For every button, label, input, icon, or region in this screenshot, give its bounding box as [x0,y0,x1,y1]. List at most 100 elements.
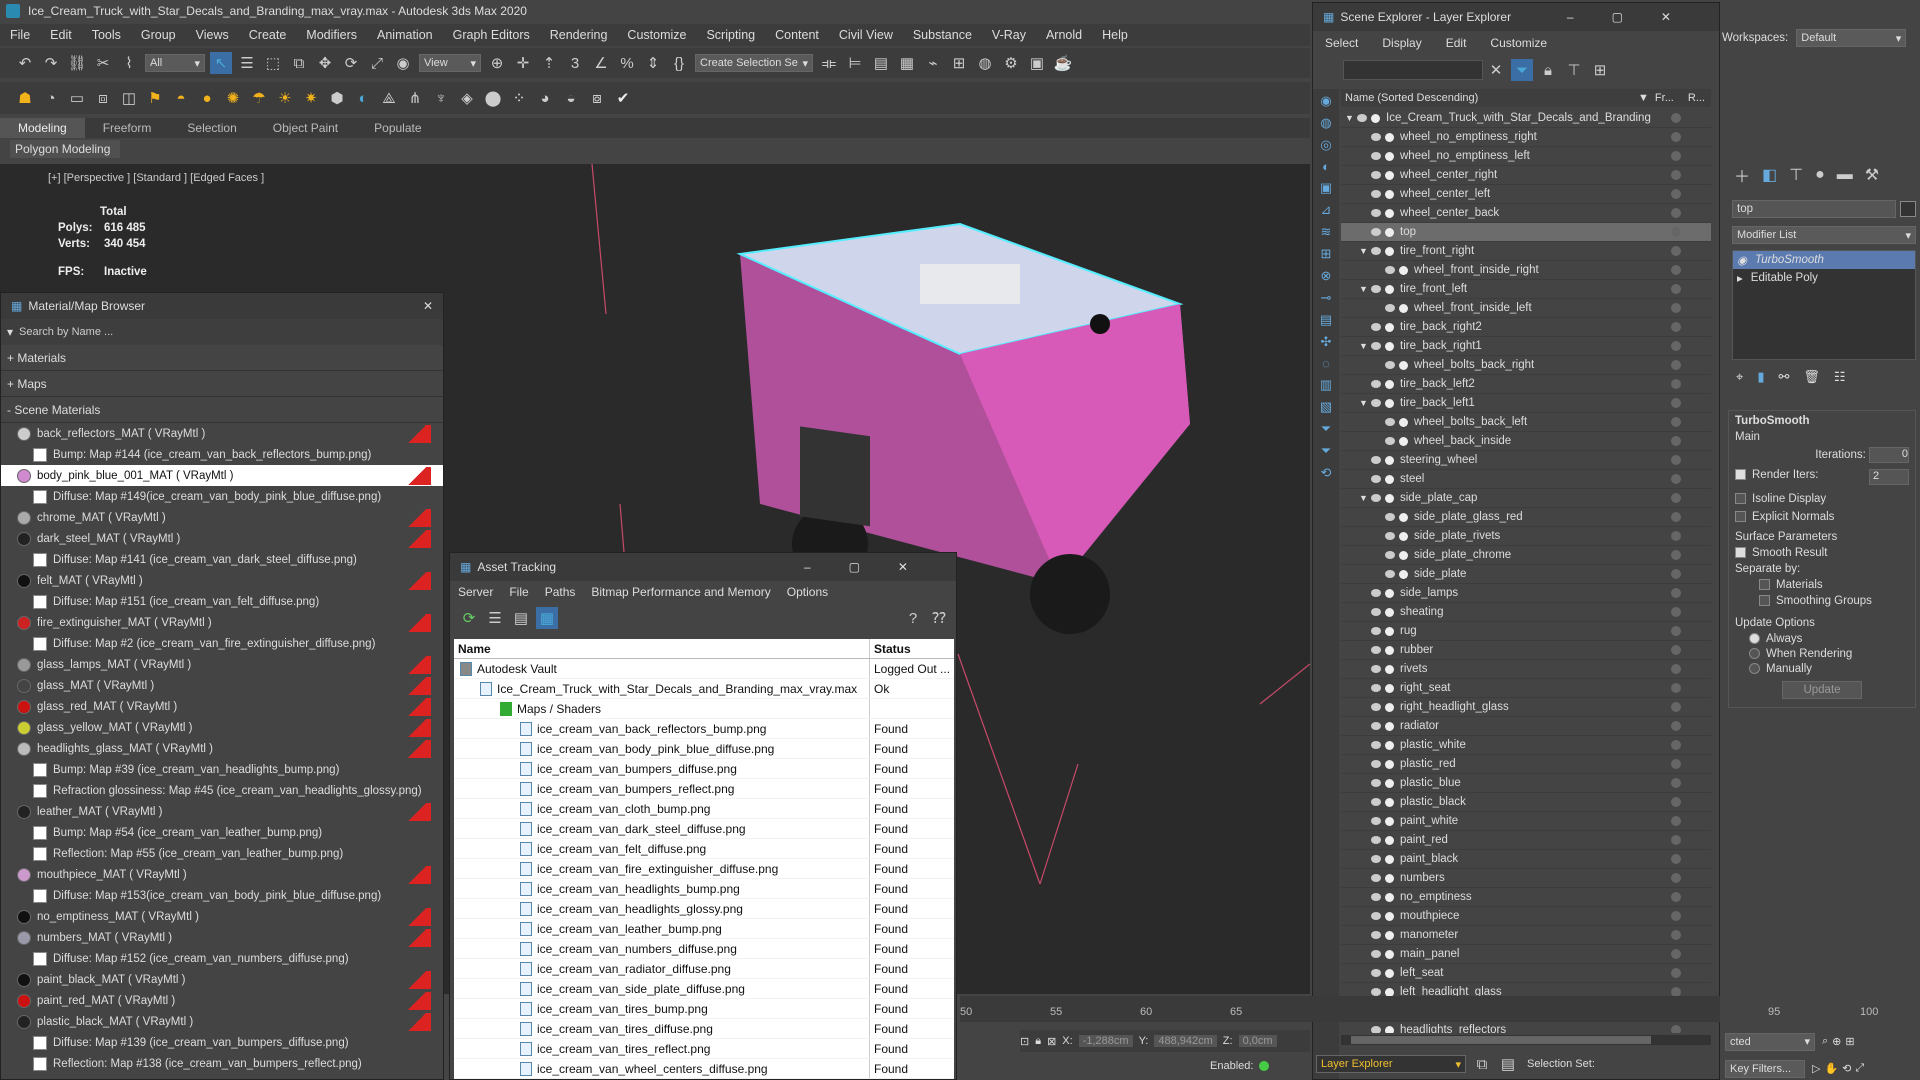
menu-graph-editors[interactable]: Graph Editors [443,24,540,46]
display-frozen-icon[interactable]: ✣ [1321,334,1332,350]
menu-customize[interactable]: Customize [617,24,696,46]
freeze-toggle-icon[interactable] [1671,455,1681,465]
scene-object-row[interactable]: main_panel [1341,945,1711,964]
display-hidden-icon[interactable]: ◌ [1322,356,1330,371]
transform-type-in-icon[interactable]: ⊠ [1047,1035,1056,1048]
scene-menu-display[interactable]: Display [1370,36,1433,50]
rotate-icon[interactable]: ⟳ [340,52,362,74]
spinner-snap-icon[interactable]: ⇕ [642,52,664,74]
visibility-eye-icon[interactable] [1371,152,1381,160]
map-item[interactable]: Bump: Map #144 (ice_cream_van_back_refle… [1,444,443,465]
visibility-eye-icon[interactable] [1385,418,1395,426]
tab-freeform[interactable]: Freeform [85,118,170,138]
visibility-eye-icon[interactable] [1371,684,1381,692]
scene-object-row[interactable]: left_seat [1341,964,1711,983]
freeze-toggle-icon[interactable] [1671,873,1681,883]
scene-object-row[interactable]: ▼ side_plate_cap [1341,489,1711,508]
scene-horizontal-scrollbar[interactable] [1341,1035,1711,1045]
menu-content[interactable]: Content [765,24,829,46]
refresh-icon[interactable]: ⟳ [458,607,480,629]
object-color-swatch[interactable] [1900,201,1916,217]
scene-object-row[interactable]: paint_white [1341,812,1711,831]
undo-icon[interactable]: ↶ [14,52,36,74]
map-item[interactable]: Diffuse: Map #2 (ice_cream_van_fire_exti… [1,633,443,654]
freeze-toggle-icon[interactable] [1671,379,1681,389]
manipulate-icon[interactable]: ✛ [512,52,534,74]
freeze-toggle-icon[interactable] [1671,683,1681,693]
rectangle-selection-icon[interactable]: ⬚ [262,52,284,74]
x-coordinate-field[interactable]: -1,288cm [1078,1035,1133,1047]
freeze-toggle-icon[interactable] [1671,322,1681,332]
scene-object-row[interactable]: mouthpiece [1341,907,1711,926]
freeze-toggle-icon[interactable] [1671,778,1681,788]
menu-create[interactable]: Create [239,24,297,46]
materials-checkbox[interactable] [1759,579,1770,591]
manually-radio[interactable] [1749,663,1760,675]
menu-vray[interactable]: V-Ray [982,24,1036,46]
asset-row[interactable]: ice_cream_van_wheel_centers_diffuse.png F… [454,1059,954,1079]
visibility-eye-icon[interactable] [1371,171,1381,179]
material-item[interactable]: glass_MAT ( VRayMtl ) [1,675,443,696]
visibility-eye-icon[interactable] [1371,950,1381,958]
omni-light-icon[interactable]: ⚑ [144,87,166,109]
render-iters-checkbox[interactable] [1735,469,1746,481]
ies-light-icon[interactable]: ✺ [222,87,244,109]
asset-menu-bitmap[interactable]: Bitmap Performance and Memory [583,585,778,599]
material-item[interactable]: fire_extinguisher_MAT ( VRayMtl ) [1,612,443,633]
selection-lock-icon[interactable]: 🔒︎ [1035,1035,1041,1048]
asset-row[interactable]: ice_cream_van_headlights_glossy.png Found [454,899,954,919]
snap-toggle-icon[interactable]: 3 [564,52,586,74]
asset-row[interactable]: ice_cream_van_side_plate_diffuse.png Foun… [454,979,954,999]
scene-object-row[interactable]: wheel_bolts_back_left [1341,413,1711,432]
named-selection-set-dropdown[interactable]: Create Selection Se ▾ [695,54,813,72]
freeze-toggle-icon[interactable] [1671,892,1681,902]
material-search-bar[interactable]: ▾ Search by Name ... [1,319,443,345]
menu-rendering[interactable]: Rendering [540,24,618,46]
teapot-icon[interactable]: ☗ [14,87,36,109]
asset-row[interactable]: ice_cream_van_fire_extinguisher_diffuse.… [454,859,954,879]
map-item[interactable]: Reflection: Map #138 (ice_cream_van_bump… [1,1053,443,1074]
visibility-eye-icon[interactable] [1385,437,1395,445]
material-item[interactable]: glass_yellow_MAT ( VRayMtl ) [1,717,443,738]
asset-row[interactable]: ice_cream_van_radiator_diffuse.png Found [454,959,954,979]
scene-object-row[interactable]: tire_back_left2 [1341,375,1711,394]
visibility-eye-icon[interactable] [1371,969,1381,977]
scene-object-row[interactable]: ▼ Ice_Cream_Truck_with_Star_Decals_and_Br… [1341,109,1711,128]
material-item[interactable]: paint_red_MAT ( VRayMtl ) [1,990,443,1011]
sync-selection-icon[interactable]: ⟲ [1321,465,1332,481]
scene-object-row[interactable]: paint_black [1341,850,1711,869]
freeze-toggle-icon[interactable] [1671,512,1681,522]
tab-populate[interactable]: Populate [356,118,439,138]
material-item[interactable]: body_pink_blue_001_MAT ( VRayMtl ) [1,465,443,486]
explorer-type-dropdown[interactable]: Layer Explorer ▾ [1316,1055,1466,1073]
menu-scripting[interactable]: Scripting [696,24,765,46]
vray-clipper-icon[interactable]: ♆ [430,87,452,109]
asset-row[interactable]: ice_cream_van_back_reflectors_bump.png Fo… [454,719,954,739]
scene-object-row[interactable]: ▼ tire_front_right [1341,242,1711,261]
key-mode-dropdown[interactable]: cted ▾ [1725,1032,1815,1051]
scene-object-row[interactable]: radiator [1341,717,1711,736]
asset-menu-server[interactable]: Server [450,585,501,599]
freeze-toggle-icon[interactable] [1671,930,1681,940]
visibility-eye-icon[interactable] [1371,494,1381,502]
visibility-eye-icon[interactable] [1371,399,1381,407]
visibility-eye-icon[interactable] [1371,133,1381,141]
expand-toggle-icon[interactable]: ▼ [1359,493,1371,503]
select-set-icon[interactable]: ▤ [1497,1053,1519,1075]
freeze-toggle-icon[interactable] [1671,170,1681,180]
visibility-eye-icon[interactable] [1371,798,1381,806]
scene-object-row[interactable]: paint_red [1341,831,1711,850]
smooth-result-checkbox[interactable] [1735,547,1746,559]
vray-fur-icon[interactable]: ⋔ [404,87,426,109]
scene-object-row[interactable]: wheel_bolts_back_right [1341,356,1711,375]
enabled-indicator-icon[interactable] [1259,1061,1270,1071]
visibility-eye-icon[interactable] [1371,589,1381,597]
vray-material-icon[interactable]: ⬤ [482,87,504,109]
display-cameras-icon[interactable]: ▣ [1320,180,1332,196]
freeze-toggle-icon[interactable] [1671,417,1681,427]
map-item[interactable]: Diffuse: Map #151 (ice_cream_van_felt_di… [1,591,443,612]
visibility-eye-icon[interactable] [1371,228,1381,236]
material-item[interactable]: paint_black_MAT ( VRayMtl ) [1,969,443,990]
freeze-toggle-icon[interactable] [1671,702,1681,712]
scene-object-row[interactable]: steering_wheel [1341,451,1711,470]
